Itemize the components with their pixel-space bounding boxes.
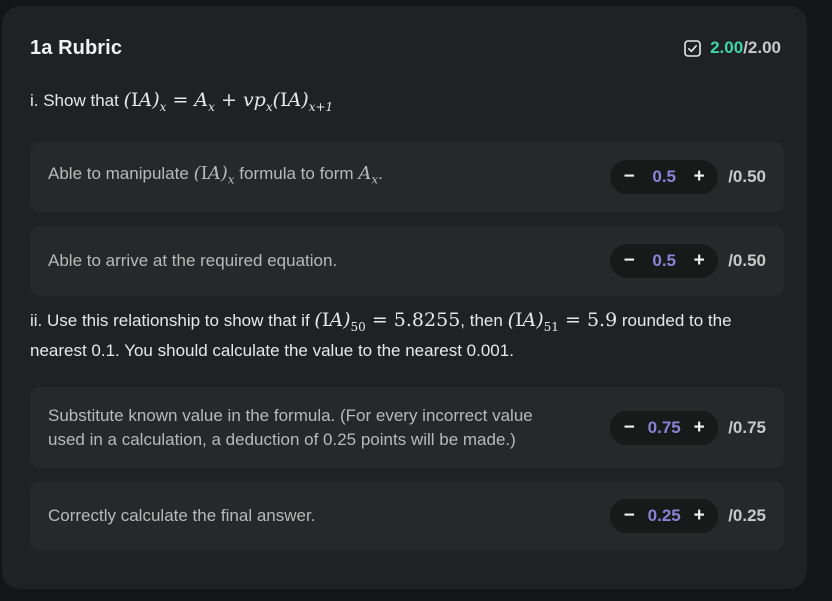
part-i-equation: (IA)x = Ax + vpx(IA)x+1: [123, 89, 334, 114]
decrement-button[interactable]: −: [616, 415, 642, 441]
points-stepper[interactable]: − 0.5 +: [610, 160, 719, 194]
criterion-4-text: Correctly calculate the final answer.: [48, 506, 316, 525]
criterion-3: Substitute known value in the formula. (…: [30, 387, 784, 468]
increment-button[interactable]: +: [686, 415, 712, 441]
checkbox-checked-icon: [684, 39, 701, 57]
rubric-title: 1a Rubric: [30, 36, 123, 59]
part-ii-line-2: nearest 0.1. You should calculate the va…: [30, 340, 514, 360]
points-stepper[interactable]: − 0.75 +: [610, 410, 719, 445]
total-score: 2.00/2.00: [684, 38, 781, 58]
score-earned: 2.00: [710, 38, 744, 57]
criterion-2-text: Able to arrive at the required equation.: [48, 251, 338, 270]
max-points: /0.50: [728, 167, 766, 186]
points-value[interactable]: 0.25: [642, 506, 686, 526]
part-ii-line-1: ii. Use this relationship to show that i…: [30, 309, 732, 334]
points-stepper[interactable]: − 0.25 +: [610, 499, 719, 533]
rubric-card: 1a Rubric 2.00/2.00 i. Show that (IA)x =…: [2, 6, 807, 589]
score-total: /2.00: [743, 38, 781, 57]
part-i-prefix: i. Show that: [30, 91, 119, 110]
criterion-2: Able to arrive at the required equation.…: [30, 226, 784, 296]
points-value[interactable]: 0.5: [642, 251, 686, 271]
max-points: /0.50: [728, 251, 766, 270]
criterion-1-text: Able to manipulate (IA)x formula to form…: [48, 163, 383, 187]
criterion-1-controls: − 0.5 + /0.50: [610, 160, 766, 194]
criterion-1: Able to manipulate (IA)x formula to form…: [30, 142, 784, 212]
increment-button[interactable]: +: [686, 164, 712, 190]
decrement-button[interactable]: −: [616, 248, 642, 274]
part-ii-prompt: ii. Use this relationship to show that i…: [30, 309, 761, 362]
decrement-button[interactable]: −: [616, 164, 642, 190]
points-stepper[interactable]: − 0.5 +: [610, 244, 719, 278]
criterion-3-text: Substitute known value in the formula. (…: [48, 405, 533, 449]
increment-button[interactable]: +: [686, 248, 712, 274]
rubric-header: 1a Rubric 2.00/2.00: [30, 30, 781, 66]
points-value[interactable]: 0.5: [642, 167, 686, 187]
increment-button[interactable]: +: [686, 503, 712, 529]
criterion-4-controls: − 0.25 + /0.25: [610, 499, 766, 533]
decrement-button[interactable]: −: [616, 503, 642, 529]
points-value[interactable]: 0.75: [642, 418, 686, 438]
criterion-2-controls: − 0.5 + /0.50: [610, 244, 766, 278]
part-i-prompt: i. Show that (IA)x = Ax + vpx(IA)x+1: [30, 89, 761, 119]
criterion-4: Correctly calculate the final answer. − …: [30, 481, 784, 551]
max-points: /0.25: [728, 506, 766, 525]
criterion-3-controls: − 0.75 + /0.75: [610, 410, 766, 445]
max-points: /0.75: [728, 417, 766, 437]
